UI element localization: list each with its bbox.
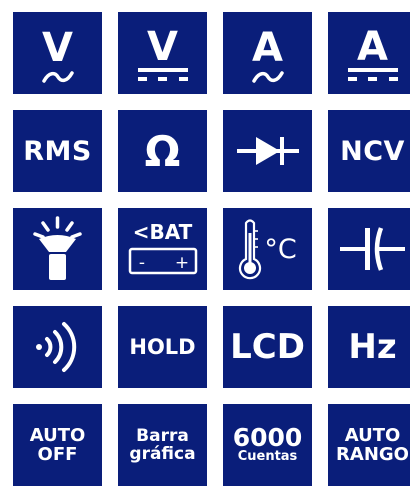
counts-label: Cuentas xyxy=(237,449,298,465)
ac-voltage-symbol: V xyxy=(42,25,73,71)
wireless-tile xyxy=(13,306,102,388)
ncv-tile: NCV xyxy=(328,110,410,192)
hold-tile: HOLD xyxy=(118,306,207,388)
ac-current-icon: A xyxy=(252,25,284,83)
rms-label: RMS xyxy=(23,135,92,167)
battery-plus: + xyxy=(174,253,188,273)
ohm-icon: Ω xyxy=(145,127,181,176)
bar-graph-line2: gráfica xyxy=(129,444,196,464)
diode-tile xyxy=(223,110,312,192)
capacitance-tile xyxy=(328,208,410,290)
ac-current-tile: A xyxy=(223,12,312,94)
temperature-unit: °C xyxy=(264,233,297,265)
ac-current-symbol: A xyxy=(252,25,283,71)
frequency-tile: Hz xyxy=(328,306,410,388)
lcd-label: LCD xyxy=(230,327,305,367)
battery-icon: - + xyxy=(128,247,197,275)
counts-number: 6000 xyxy=(232,423,303,453)
lcd-tile: LCD xyxy=(223,306,312,388)
flashlight-icon xyxy=(33,216,82,280)
low-battery-label: <BAT xyxy=(132,220,193,244)
temperature-tile: °C xyxy=(223,208,312,290)
auto-off-line2: OFF xyxy=(37,444,78,465)
capacitor-icon xyxy=(340,227,405,271)
ncv-label: NCV xyxy=(340,135,405,167)
flashlight-tile xyxy=(13,208,102,290)
ac-voltage-tile: V xyxy=(13,12,102,94)
bar-graph-line1: Barra xyxy=(136,425,189,446)
diode-icon xyxy=(237,137,299,165)
auto-range-line1: AUTO xyxy=(344,424,401,446)
counts-tile: 6000 Cuentas xyxy=(223,404,312,486)
wireless-signal-icon xyxy=(36,322,77,372)
auto-off-line1: AUTO xyxy=(29,424,86,446)
dc-current-icon: A xyxy=(348,24,398,81)
dc-voltage-icon: V xyxy=(138,24,188,81)
low-battery-tile: <BAT - + xyxy=(118,208,207,290)
rms-tile: RMS xyxy=(13,110,102,192)
bar-graph-tile: Barra gráfica xyxy=(118,404,207,486)
ac-voltage-icon: V xyxy=(42,25,74,83)
ohm-symbol: Ω xyxy=(145,127,181,176)
dc-voltage-symbol: V xyxy=(147,24,178,70)
dc-current-tile: A xyxy=(328,12,410,94)
hz-label: Hz xyxy=(348,327,397,367)
auto-range-line2: RANGO xyxy=(336,444,409,465)
resistance-tile: Ω xyxy=(118,110,207,192)
thermometer-icon xyxy=(239,219,262,280)
auto-range-tile: AUTO RANGO xyxy=(328,404,410,486)
dc-current-symbol: A xyxy=(357,24,388,70)
auto-off-tile: AUTO OFF xyxy=(13,404,102,486)
battery-minus: - xyxy=(138,253,144,273)
hold-label: HOLD xyxy=(129,334,196,359)
dc-voltage-tile: V xyxy=(118,12,207,94)
